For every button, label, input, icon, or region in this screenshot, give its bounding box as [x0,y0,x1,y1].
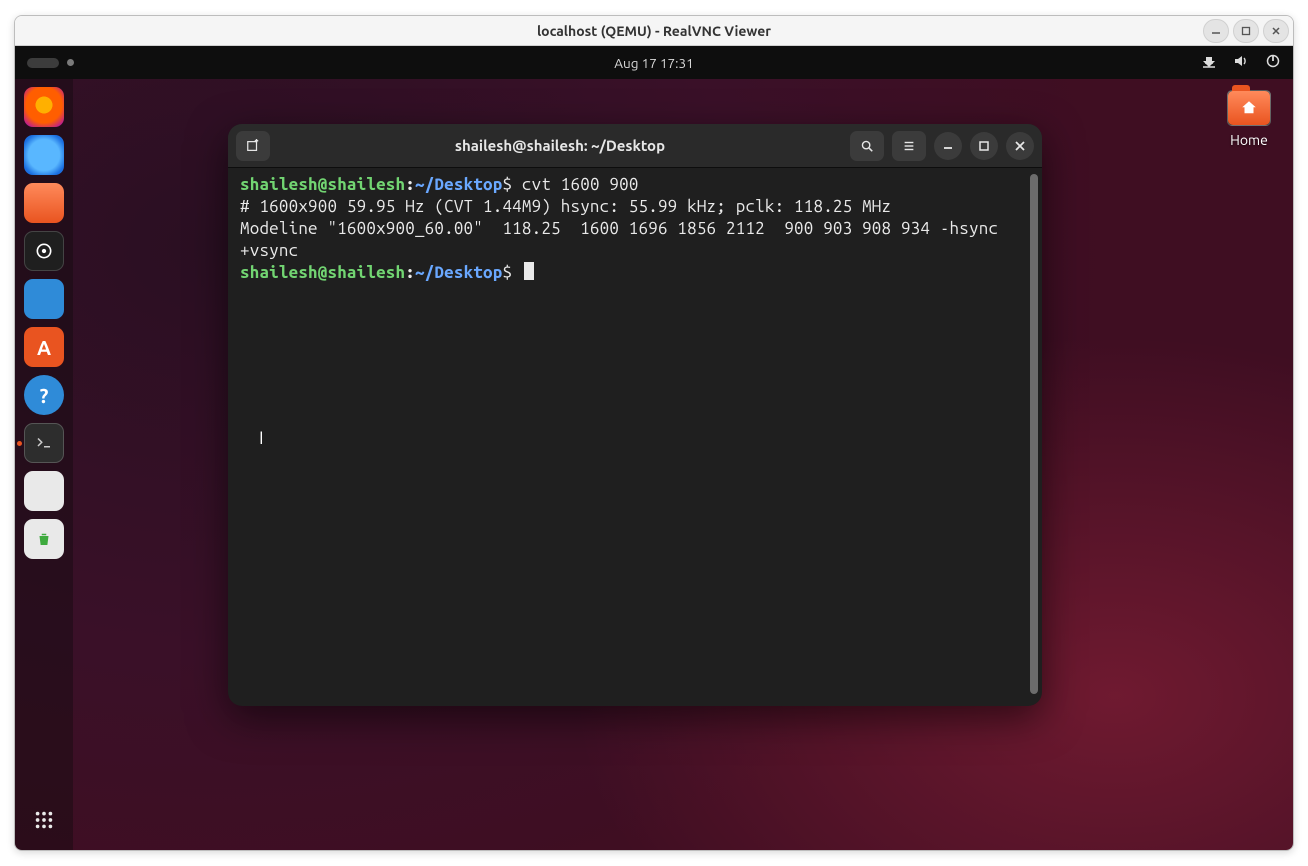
terminal-cursor [524,262,534,280]
terminal-search-button[interactable] [850,131,884,161]
dock-app-ubuntu-software[interactable]: A [24,327,64,367]
dock-app-thunderbird[interactable] [24,135,64,175]
clock-label: Aug 17 17:31 [614,55,693,71]
terminal-close-button[interactable] [1006,132,1034,160]
dock-app-text-editor[interactable] [24,471,64,511]
vnc-window: localhost (QEMU) - RealVNC Viewer Aug 17… [14,15,1294,851]
volume-icon[interactable] [1233,53,1249,72]
vnc-close-button[interactable] [1263,19,1289,43]
prompt-path: ~/Desktop [415,263,502,282]
vnc-window-controls [1203,19,1289,43]
dock-app-files[interactable] [24,183,64,223]
terminal-titlebar[interactable]: shailesh@shailesh: ~/Desktop [228,124,1042,168]
output-line: # 1600x900 59.95 Hz (CVT 1.44M9) hsync: … [240,197,891,216]
dock-show-apps-button[interactable] [24,800,64,840]
prompt-user: shailesh@shailesh [240,175,405,194]
dock: A ? [15,79,73,850]
vnc-maximize-button[interactable] [1233,19,1259,43]
vnc-window-title: localhost (QEMU) - RealVNC Viewer [15,23,1293,39]
desktop-icon-home[interactable]: Home [1227,90,1271,148]
terminal-window[interactable]: shailesh@shailesh: ~/Desktop shailesh@sh… [228,124,1042,706]
terminal-output[interactable]: shailesh@shailesh:~/Desktop$ cvt 1600 90… [228,168,1042,706]
activities-dot-icon [67,59,74,66]
dock-app-rhythmbox[interactable] [24,231,64,271]
new-tab-button[interactable] [236,131,270,161]
prompt-path: ~/Desktop [415,175,502,194]
terminal-maximize-button[interactable] [970,132,998,160]
power-icon[interactable] [1265,53,1281,72]
gnome-desktop[interactable]: Aug 17 17:31 A ? Home [15,46,1293,850]
activities-button[interactable] [27,58,74,68]
command-text: cvt 1600 900 [522,175,639,194]
network-icon[interactable] [1201,53,1217,72]
system-status-area[interactable] [1201,53,1281,72]
output-line: Modeline "1600x900_60.00" 118.25 1600 16… [240,219,1008,260]
gnome-topbar[interactable]: Aug 17 17:31 [15,46,1293,79]
home-folder-icon [1227,90,1271,126]
prompt-user: shailesh@shailesh [240,263,405,282]
dock-app-terminal[interactable] [24,423,64,463]
vnc-titlebar[interactable]: localhost (QEMU) - RealVNC Viewer [15,16,1293,46]
terminal-title: shailesh@shailesh: ~/Desktop [278,137,842,154]
desktop-icon-label: Home [1230,132,1268,148]
terminal-menu-button[interactable] [892,131,926,161]
vnc-minimize-button[interactable] [1203,19,1229,43]
clock[interactable]: Aug 17 17:31 [15,55,1293,71]
dock-app-libreoffice-writer[interactable] [24,279,64,319]
dock-app-trash[interactable] [24,519,64,559]
activities-pill-icon [27,58,59,68]
dock-app-help[interactable]: ? [24,375,64,415]
terminal-minimize-button[interactable] [934,132,962,160]
terminal-scrollbar[interactable] [1030,174,1038,694]
dock-app-firefox[interactable] [24,87,64,127]
